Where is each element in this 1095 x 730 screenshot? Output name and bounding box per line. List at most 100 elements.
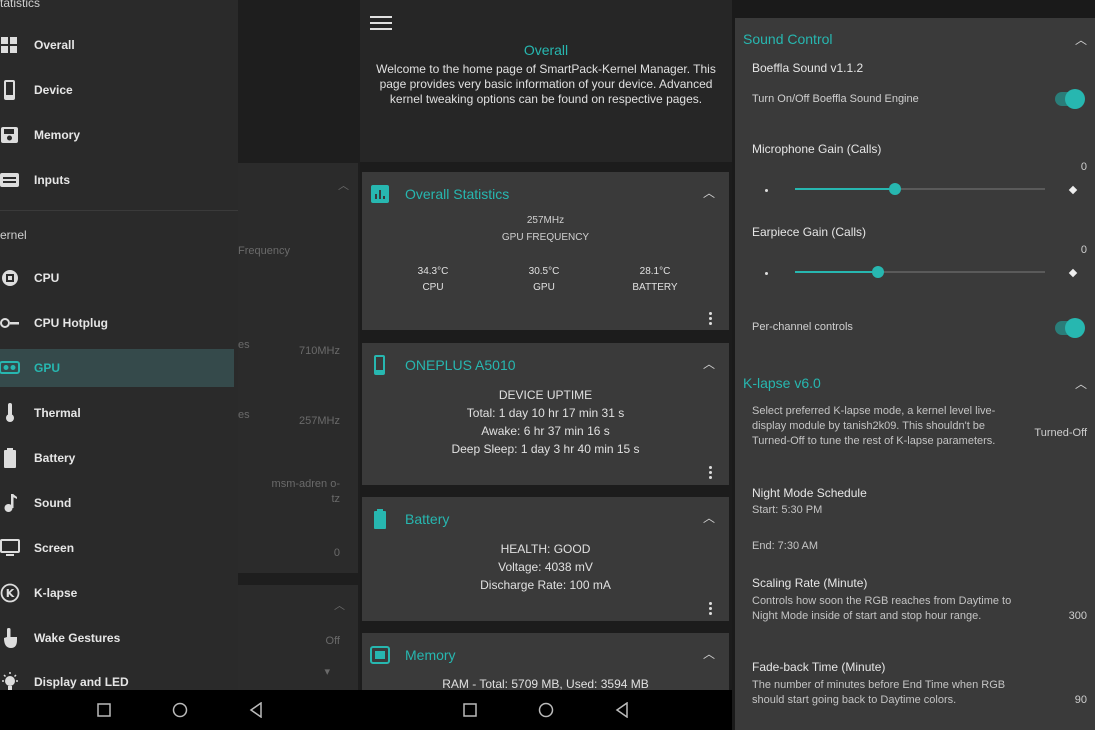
- battery-discharge: Discharge Rate: 100 mA: [480, 578, 611, 592]
- card-title: ONEPLUS A5010: [405, 357, 516, 373]
- inputs-icon: [0, 170, 20, 190]
- drawer-item-label: GPU: [34, 361, 61, 375]
- drawer-item-gpu[interactable]: GPU: [0, 349, 234, 387]
- scaling-rate-value[interactable]: 300: [1069, 610, 1087, 622]
- recents-icon[interactable]: [95, 701, 113, 719]
- dropdown-arrow-icon[interactable]: ▾: [324, 665, 330, 678]
- row-label: es: [238, 409, 250, 421]
- more-options-icon[interactable]: [709, 312, 713, 327]
- mic-gain-label: Microphone Gain (Calls): [752, 142, 882, 156]
- hotplug-icon: [0, 313, 20, 333]
- card-chevron[interactable]: ︿: [338, 177, 349, 193]
- slider-min-dot: [765, 189, 768, 192]
- boeffla-engine-switch[interactable]: [1055, 89, 1085, 109]
- drawer-item-overall[interactable]: Overall: [0, 26, 234, 64]
- section-statistics: tatistics: [0, 0, 41, 10]
- collapse-chevron-icon[interactable]: ︿: [703, 355, 715, 372]
- back-icon[interactable]: [613, 701, 631, 719]
- memory-icon: [0, 125, 20, 145]
- collapse-chevron-icon[interactable]: ︿: [703, 184, 715, 201]
- drawer-item-device[interactable]: Device: [0, 71, 234, 109]
- overview-header: Overall Welcome to the home page of Smar…: [360, 0, 732, 162]
- scaling-rate-title: Scaling Rate (Minute): [752, 576, 868, 590]
- collapse-chevron-icon[interactable]: ︿: [1075, 31, 1087, 48]
- drawer-item-label: CPU Hotplug: [34, 316, 108, 330]
- phone-icon: [370, 355, 390, 375]
- drawer-item-label: Wake Gestures: [34, 631, 121, 645]
- night-start[interactable]: Start: 5:30 PM: [752, 504, 822, 516]
- gpu-frequency-label: GPU FREQUENCY: [501, 232, 590, 243]
- back-icon[interactable]: [247, 701, 265, 719]
- more-options-icon[interactable]: [709, 602, 713, 617]
- home-icon[interactable]: [537, 701, 555, 719]
- music-note-icon: [0, 493, 20, 513]
- slider-max-diamond: [1068, 185, 1078, 195]
- drawer-item-inputs[interactable]: Inputs: [0, 161, 234, 199]
- battery-temp-label: BATTERY: [632, 282, 678, 293]
- night-end[interactable]: End: 7:30 AM: [752, 540, 818, 552]
- drawer-item-label: Screen: [34, 541, 75, 555]
- card-title: Overall Statistics: [405, 186, 510, 202]
- fade-back-value[interactable]: 90: [1075, 694, 1087, 706]
- drawer-item-label: Inputs: [34, 173, 70, 187]
- device-card: ONEPLUS A5010 ︿ DEVICE UPTIME Total: 1 d…: [362, 343, 729, 485]
- monitor-icon: [0, 538, 20, 558]
- battery-icon: [370, 509, 390, 529]
- drawer-item-memory[interactable]: Memory: [0, 116, 234, 154]
- card-chevron[interactable]: ︿: [334, 597, 345, 613]
- k-circle-icon: K: [0, 583, 20, 603]
- engine-toggle-label: Turn On/Off Boeffla Sound Engine: [752, 93, 919, 105]
- drawer-item-label: Thermal: [34, 406, 81, 420]
- chart-icon: [370, 184, 390, 204]
- bulb-icon: [0, 672, 20, 690]
- max-freq-value: 710MHz: [299, 345, 340, 357]
- menu-icon[interactable]: [370, 16, 392, 34]
- drawer-item-thermal[interactable]: Thermal: [0, 394, 234, 432]
- more-options-icon[interactable]: [709, 466, 713, 481]
- drawer-item-wake-gestures[interactable]: Wake Gestures: [0, 619, 234, 657]
- page-title: Overall: [523, 42, 569, 58]
- gpu-temp-stat: 30.5°C GPU: [499, 264, 589, 296]
- per-channel-switch[interactable]: [1055, 318, 1085, 338]
- settings-card-2: ︿ Off ▾: [238, 585, 358, 690]
- cpu-icon: [0, 268, 20, 288]
- drawer-screen: ︿ Frequency es 710MHz es 257MHz msm-adre…: [0, 0, 360, 730]
- drawer-item-label: Battery: [34, 451, 76, 465]
- earpiece-gain-slider[interactable]: [795, 266, 1045, 278]
- mic-gain-slider[interactable]: [795, 183, 1045, 195]
- section-kernel: ernel: [0, 228, 27, 242]
- drawer-item-k-lapse[interactable]: K K-lapse: [0, 574, 234, 612]
- drawer-item-battery[interactable]: Battery: [0, 439, 234, 477]
- memory-icon: [370, 645, 390, 665]
- min-freq-value: 257MHz: [299, 415, 340, 427]
- cpu-temp-value: 34.3°C: [417, 266, 449, 277]
- drawer-item-sound[interactable]: Sound: [0, 484, 234, 522]
- cpu-temp-label: CPU: [422, 282, 444, 293]
- drawer-item-cpu[interactable]: CPU: [0, 259, 234, 297]
- drawer-item-display-led[interactable]: Display and LED: [0, 663, 234, 690]
- collapse-chevron-icon[interactable]: ︿: [1075, 375, 1087, 392]
- recents-icon[interactable]: [461, 701, 479, 719]
- row-label: es: [238, 339, 250, 351]
- klapse-mode-value[interactable]: Turned-Off: [1034, 427, 1087, 439]
- drawer-item-label: Device: [34, 83, 73, 97]
- system-navbar: [0, 690, 360, 730]
- fade-back-title: Fade-back Time (Minute): [752, 660, 886, 674]
- page-description: Welcome to the home page of SmartPack-Ke…: [376, 62, 716, 106]
- hand-icon: [0, 628, 20, 648]
- battery-temp-stat: 28.1°C BATTERY: [610, 264, 700, 296]
- zero-value: 0: [333, 547, 340, 559]
- collapse-chevron-icon[interactable]: ︿: [703, 645, 715, 662]
- battery-health: HEALTH: GOOD: [500, 542, 591, 556]
- collapse-chevron-icon[interactable]: ︿: [703, 509, 715, 526]
- home-icon[interactable]: [171, 701, 189, 719]
- ram-usage: RAM - Total: 5709 MB, Used: 3594 MB: [442, 677, 649, 691]
- governor-value: msm-adren o-tz: [271, 478, 340, 505]
- drawer-item-label: Sound: [34, 496, 72, 510]
- drawer-item-cpu-hotplug[interactable]: CPU Hotplug: [0, 304, 234, 342]
- battery-card: Battery ︿ HEALTH: GOOD Voltage: 4038 mV …: [362, 497, 729, 621]
- cpu-temp-stat: 34.3°C CPU: [388, 264, 478, 296]
- uptime-awake: Awake: 6 hr 37 min 16 s: [481, 424, 610, 438]
- battery-voltage: Voltage: 4038 mV: [498, 560, 593, 574]
- drawer-item-screen[interactable]: Screen: [0, 529, 234, 567]
